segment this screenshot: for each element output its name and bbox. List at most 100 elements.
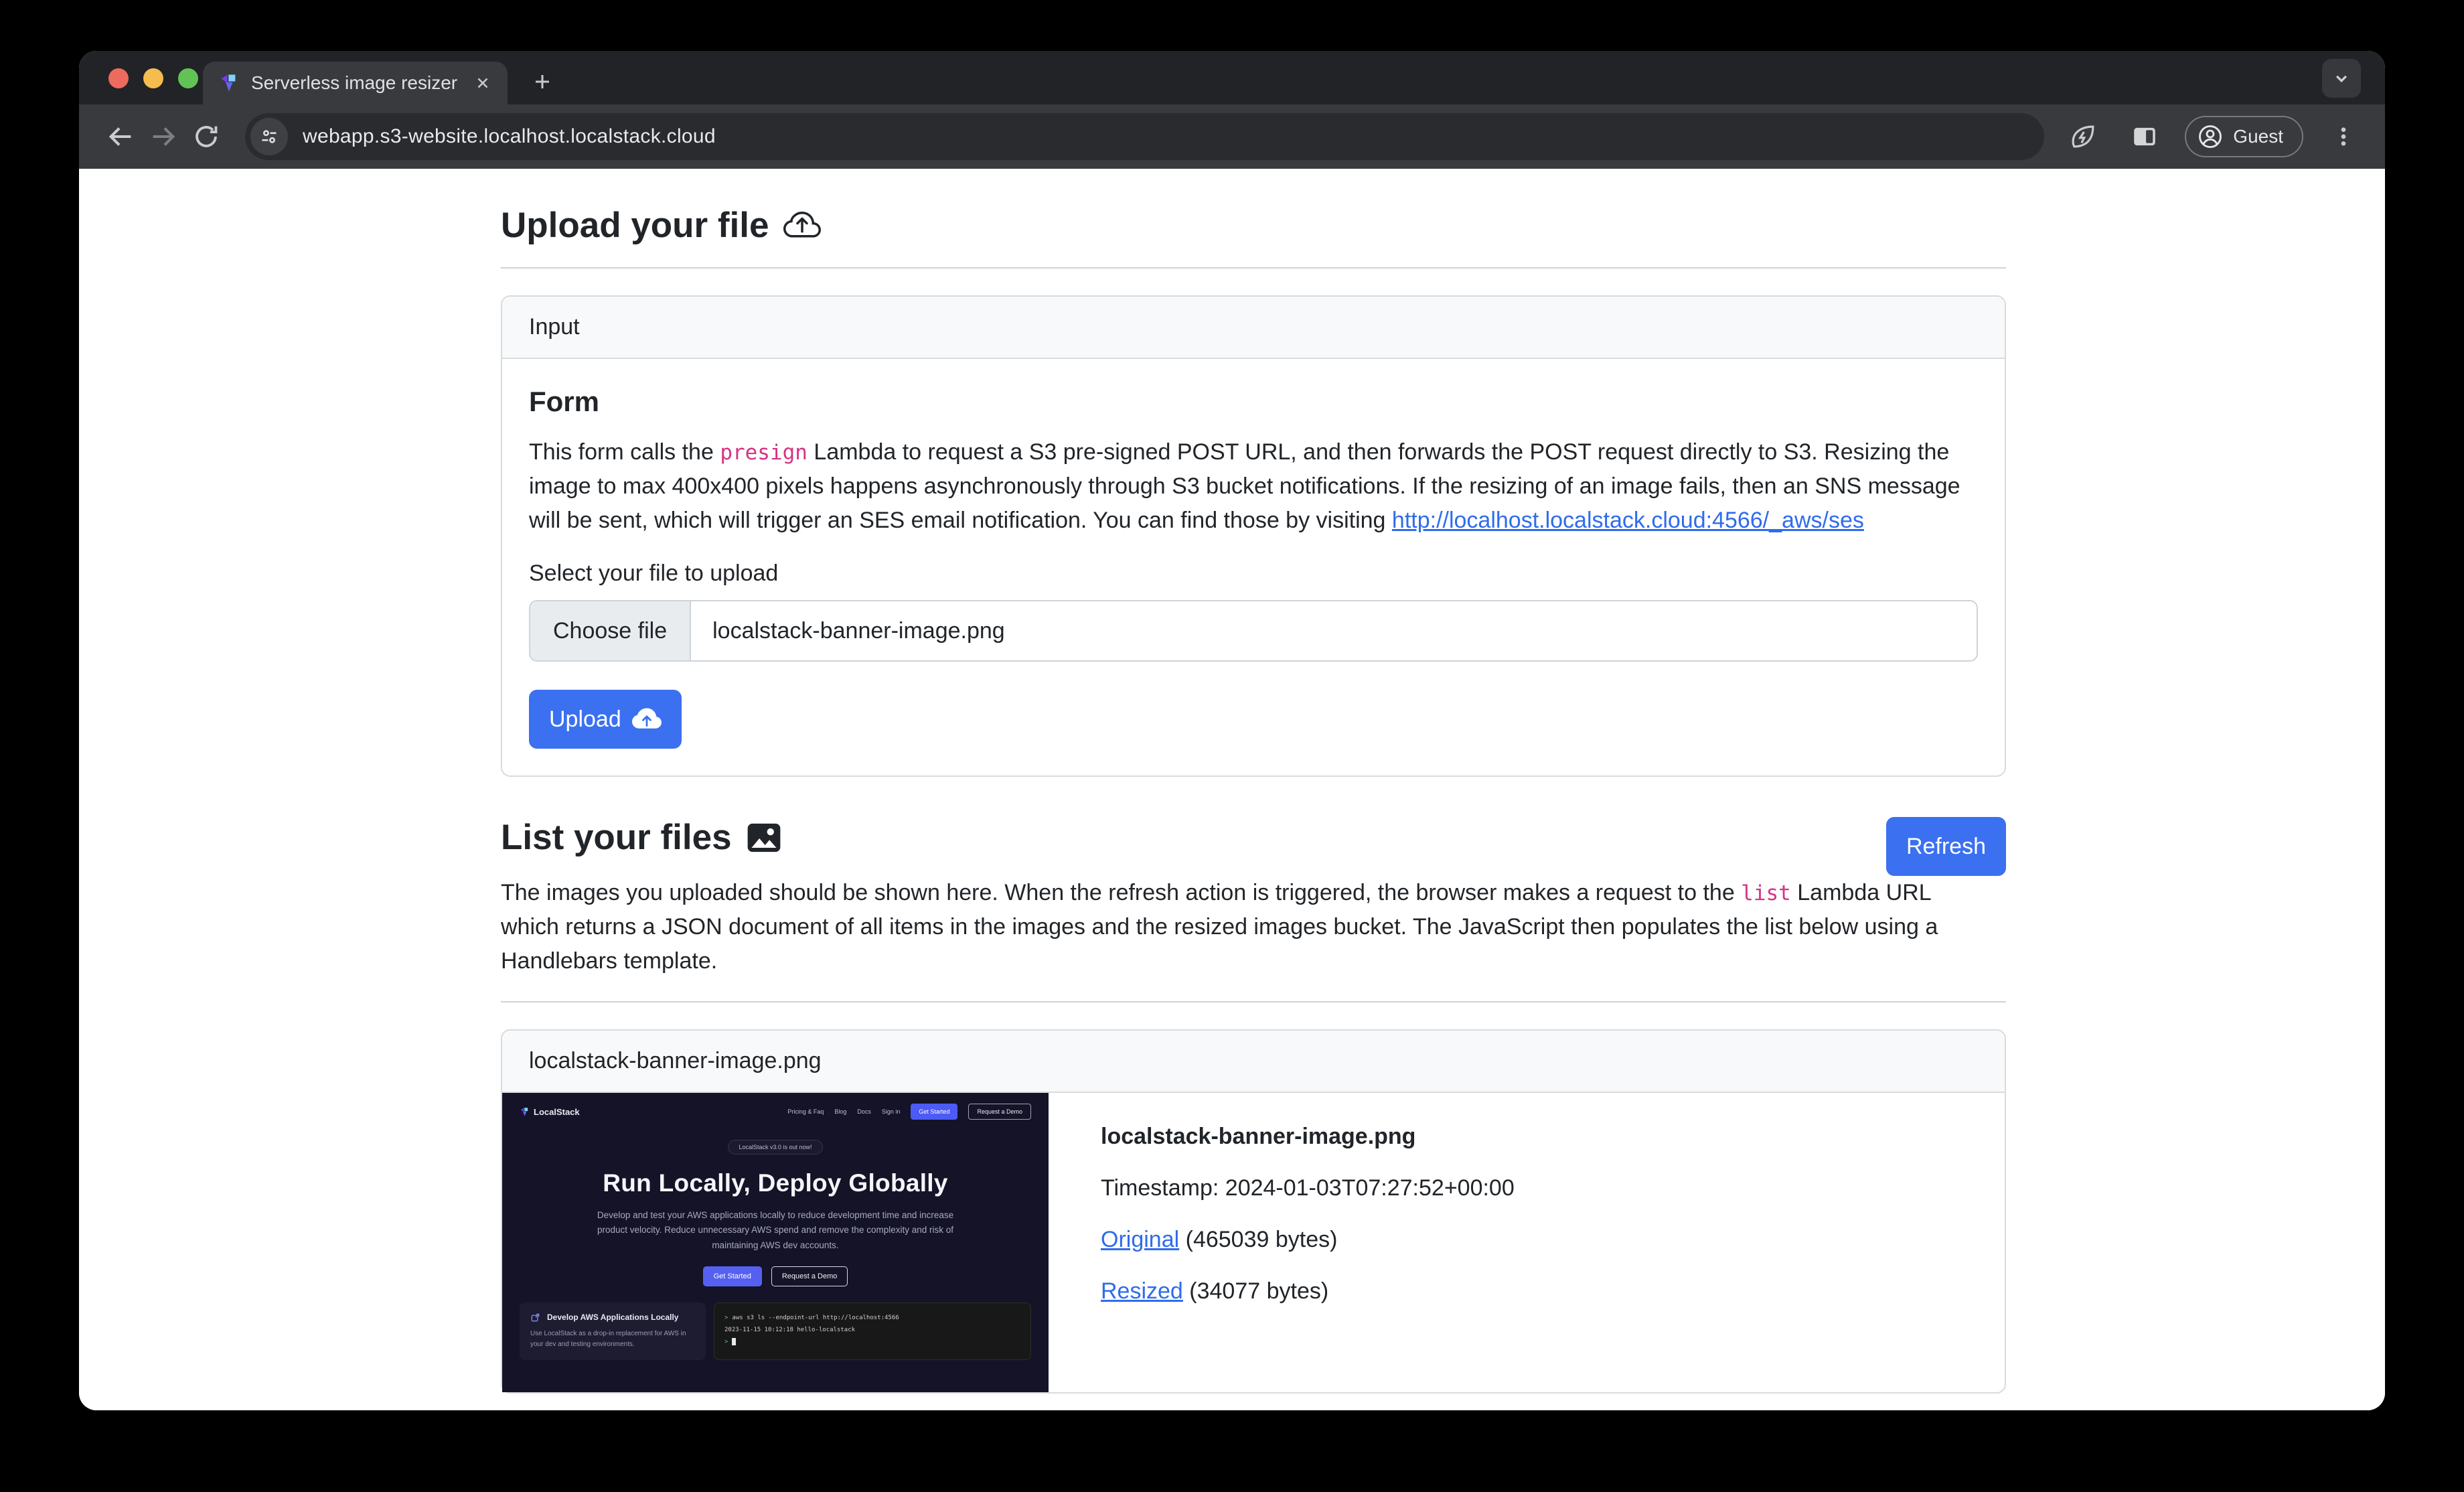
banner-feature-title: Develop AWS Applications Locally xyxy=(547,1313,678,1322)
new-tab-button[interactable] xyxy=(526,66,558,98)
cloud-arrow-up-icon xyxy=(783,207,821,244)
original-link[interactable]: Original xyxy=(1101,1227,1179,1252)
back-button[interactable] xyxy=(99,115,142,158)
banner-announcement-pill: LocalStack v3.0 is out now! xyxy=(728,1140,822,1154)
list-code: list xyxy=(1741,881,1791,905)
list-description-text: The images you uploaded should be shown … xyxy=(501,880,1741,905)
terminal-command: aws s3 ls --endpoint-url http://localhos… xyxy=(732,1315,899,1321)
timestamp-label: Timestamp: xyxy=(1101,1175,1225,1201)
resized-link[interactable]: Resized xyxy=(1101,1278,1183,1304)
terminal-line: > xyxy=(724,1336,1020,1348)
banner-nav-item: Sign in xyxy=(882,1108,901,1115)
upload-heading-text: Upload your file xyxy=(501,205,769,246)
terminal-cursor xyxy=(732,1338,736,1345)
box-arrow-icon xyxy=(530,1313,540,1323)
file-card-header: localstack-banner-image.png xyxy=(502,1031,2005,1093)
zoom-window-button[interactable] xyxy=(178,68,198,88)
list-section-heading: List your files xyxy=(501,817,781,858)
input-card-header: Input xyxy=(502,297,2005,359)
banner-feature-row: Develop AWS Applications Locally Use Loc… xyxy=(520,1302,1031,1360)
banner-feature-title-row: Develop AWS Applications Locally xyxy=(530,1313,695,1323)
banner-menu: Pricing & Faq Blog Docs Sign in Get Star… xyxy=(787,1104,1031,1120)
tab-strip: Serverless image resizer xyxy=(79,51,2385,104)
url-bar[interactable]: webapp.s3-website.localhost.localstack.c… xyxy=(245,113,2044,160)
terminal-prompt: > xyxy=(724,1339,728,1345)
refresh-button-label: Refresh xyxy=(1906,834,1986,860)
side-panel-icon[interactable] xyxy=(2123,115,2166,158)
file-upload-label: Select your file to upload xyxy=(529,561,1978,587)
upload-section-heading: Upload your file xyxy=(501,205,2006,246)
divider xyxy=(501,267,2006,269)
original-size: (465039 bytes) xyxy=(1179,1227,1337,1252)
refresh-button[interactable]: Refresh xyxy=(1886,817,2006,876)
tab-close-icon[interactable] xyxy=(474,74,491,92)
original-row: Original (465039 bytes) xyxy=(1101,1227,1515,1253)
banner-nav-item: Pricing & Faq xyxy=(787,1108,824,1115)
file-card: localstack-banner-image.png LocalStack P… xyxy=(501,1029,2006,1394)
ses-link[interactable]: http://localhost.localstack.cloud:4566/_… xyxy=(1392,508,1864,533)
banner-terminal: > aws s3 ls --endpoint-url http://localho… xyxy=(714,1302,1031,1360)
tab-serverless-image-resizer[interactable]: Serverless image resizer xyxy=(203,62,508,104)
banner-logo: LocalStack xyxy=(520,1107,580,1117)
presign-code: presign xyxy=(720,441,807,465)
banner-description: Develop and test your AWS applications l… xyxy=(586,1208,965,1253)
timestamp-value: 2024-01-03T07:27:52+00:00 xyxy=(1225,1175,1515,1201)
file-input[interactable]: Choose file localstack-banner-image.png xyxy=(529,600,1978,662)
profile-label: Guest xyxy=(2233,126,2283,147)
form-title: Form xyxy=(529,386,1978,418)
banner-feature-text: Use LocalStack as a drop-in replacement … xyxy=(530,1329,695,1350)
tab-title: Serverless image resizer xyxy=(251,72,462,94)
page-container: Upload your file Input Form This form ca… xyxy=(501,169,2006,1410)
banner-brand: LocalStack xyxy=(534,1107,580,1117)
battery-saver-icon[interactable] xyxy=(2062,115,2104,158)
image-icon xyxy=(747,820,781,855)
upload-button[interactable]: Upload xyxy=(529,690,682,749)
banner-get-started-button: Get Started xyxy=(703,1266,762,1286)
list-heading-text: List your files xyxy=(501,817,732,858)
list-section-header: List your files Refresh xyxy=(501,817,2006,876)
browser-window: Serverless image resizer webapp.s3-websi… xyxy=(79,51,2385,1410)
localstack-favicon-icon xyxy=(219,73,239,93)
url-text: webapp.s3-website.localhost.localstack.c… xyxy=(303,125,716,148)
choose-file-button[interactable]: Choose file xyxy=(530,601,691,660)
site-settings-icon[interactable] xyxy=(250,118,288,155)
close-window-button[interactable] xyxy=(108,68,129,88)
selected-file-name: localstack-banner-image.png xyxy=(691,601,1026,660)
minimize-window-button[interactable] xyxy=(143,68,163,88)
form-description-text: This form calls the xyxy=(529,439,720,465)
file-details: localstack-banner-image.png Timestamp: 2… xyxy=(1049,1093,1515,1392)
forward-button[interactable] xyxy=(142,115,185,158)
person-icon xyxy=(2197,123,2224,150)
toolbar-right-icons: Guest xyxy=(2062,115,2365,158)
file-thumbnail[interactable]: LocalStack Pricing & Faq Blog Docs Sign … xyxy=(502,1093,1049,1392)
browser-menu-icon[interactable] xyxy=(2322,115,2365,158)
banner-cta-row: Get Started Request a Demo xyxy=(502,1266,1049,1286)
resized-size: (34077 bytes) xyxy=(1183,1278,1328,1304)
page-content: Upload your file Input Form This form ca… xyxy=(79,169,2385,1410)
profile-button[interactable]: Guest xyxy=(2185,116,2303,157)
banner-nav: LocalStack Pricing & Faq Blog Docs Sign … xyxy=(502,1093,1049,1120)
upload-button-label: Upload xyxy=(549,706,621,733)
input-card: Input Form This form calls the presign L… xyxy=(501,295,2006,777)
file-timestamp: Timestamp: 2024-01-03T07:27:52+00:00 xyxy=(1101,1175,1515,1201)
banner-heading: Run Locally, Deploy Globally xyxy=(502,1169,1049,1197)
browser-toolbar: webapp.s3-website.localhost.localstack.c… xyxy=(79,104,2385,169)
file-card-body: LocalStack Pricing & Faq Blog Docs Sign … xyxy=(502,1093,2005,1392)
cloud-arrow-up-fill-icon xyxy=(632,704,662,734)
reload-button[interactable] xyxy=(185,115,228,158)
list-description: The images you uploaded should be shown … xyxy=(501,876,1954,978)
terminal-line: 2023-11-15 10:12:18 hello-localstack xyxy=(724,1324,1020,1336)
banner-request-demo-button: Request a Demo xyxy=(771,1266,848,1286)
form-description: This form calls the presign Lambda to re… xyxy=(529,435,1978,538)
divider xyxy=(501,1001,2006,1002)
file-detail-name: localstack-banner-image.png xyxy=(1101,1124,1515,1150)
resized-row: Resized (34077 bytes) xyxy=(1101,1278,1515,1304)
traffic-lights xyxy=(108,68,198,88)
terminal-prompt: > xyxy=(724,1315,728,1321)
banner-nav-item: Docs xyxy=(857,1108,871,1115)
banner-nav-request-demo: Request a Demo xyxy=(968,1104,1031,1120)
banner-feature-card: Develop AWS Applications Locally Use Loc… xyxy=(520,1302,706,1360)
terminal-line: > aws s3 ls --endpoint-url http://localho… xyxy=(724,1312,1020,1324)
tab-search-chevron-button[interactable] xyxy=(2322,59,2361,98)
banner-nav-get-started: Get Started xyxy=(911,1104,957,1120)
